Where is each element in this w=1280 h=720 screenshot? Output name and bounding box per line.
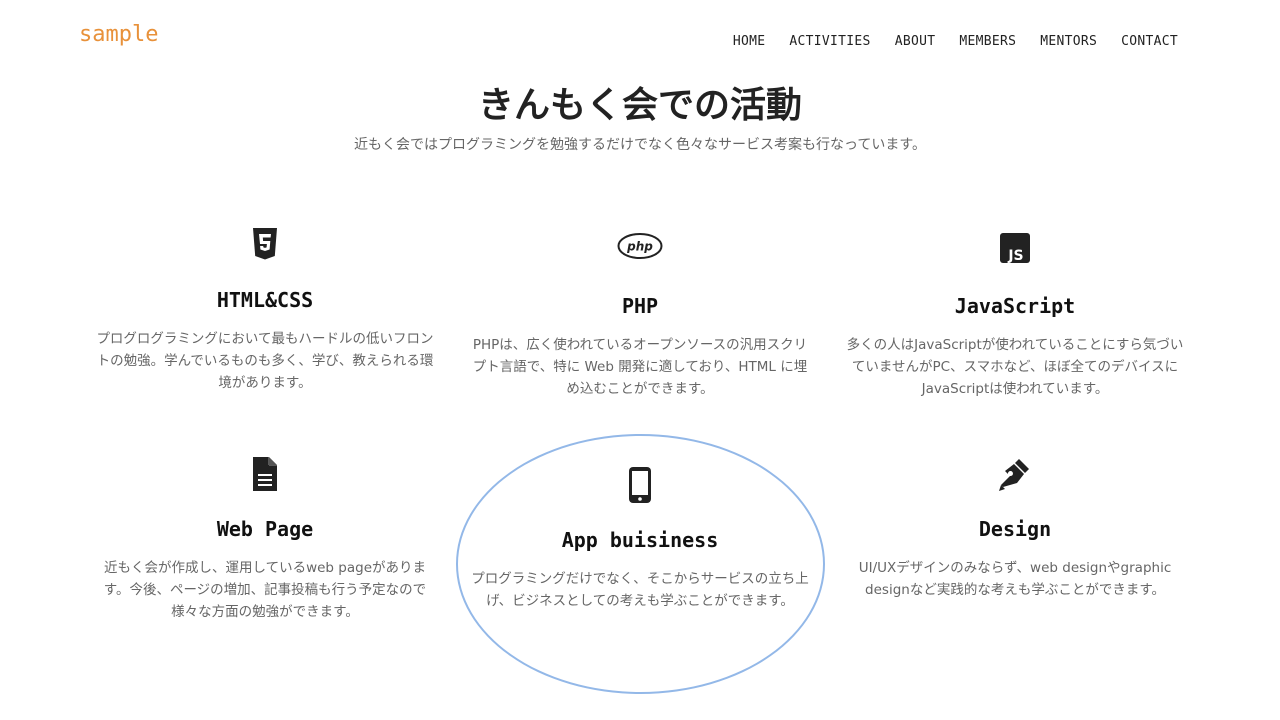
feature-description: プログラミングだけでなく、そこからサービスの立ち上げ、ビジネスとしての考えも学ぶ… xyxy=(471,571,809,609)
section-title: きんもく会での活動 xyxy=(477,85,802,126)
feature-description: 多くの人はJavaScriptが使われていることにすら気づいていませんがPC、ス… xyxy=(846,337,1184,397)
brand-logo[interactable]: sample xyxy=(79,22,158,47)
feature-app-business: App buisiness プログラミングだけでなく、そこからサービスの立ち上げ… xyxy=(465,466,815,612)
html5-icon xyxy=(90,226,440,266)
feature-title: JavaScript xyxy=(954,294,1076,318)
nav-menu: HOME ACTIVITIES ABOUT MEMBERS MENTORS CO… xyxy=(721,30,1178,49)
section-subtitle: 近もく会ではプログラミングを勉強するだけでなく色々なサービス考案も行なっています… xyxy=(354,137,926,153)
feature-description: プログログラミングにおいて最もハードルの低いフロントの勉強。学んでいるものも多く… xyxy=(96,331,434,391)
feature-web-page: Web Page 近もく会が作成し、運用しているweb pageがあります。今後… xyxy=(90,455,440,623)
pen-nib-icon xyxy=(840,455,1190,495)
document-icon xyxy=(90,455,440,495)
mobile-phone-icon xyxy=(465,466,815,506)
navbar: sample HOME ACTIVITIES ABOUT MEMBERS MEN… xyxy=(0,0,1280,76)
feature-php: php PHP PHPは、広く使われているオープンソースの汎用スクリプト言語で、… xyxy=(465,226,815,400)
feature-title: Web Page xyxy=(216,517,314,541)
svg-text:JS: JS xyxy=(1007,248,1023,264)
nav-about[interactable]: ABOUT xyxy=(883,34,948,49)
feature-title: HTML&CSS xyxy=(216,288,314,312)
feature-description: 近もく会が作成し、運用しているweb pageがあります。今後、ページの増加、記… xyxy=(103,560,427,620)
feature-title: Design xyxy=(978,517,1052,541)
nav-mentors[interactable]: MENTORS xyxy=(1028,34,1109,49)
feature-description: PHPは、広く使われているオープンソースの汎用スクリプト言語で、特に Web 開… xyxy=(472,337,808,397)
feature-title: PHP xyxy=(621,294,659,318)
php-icon: php xyxy=(465,232,815,272)
feature-javascript: JS JavaScript 多くの人はJavaScriptが使われていることにす… xyxy=(840,226,1190,400)
svg-text:php: php xyxy=(626,240,653,254)
feature-html-css: HTML&CSS プログログラミングにおいて最もハードルの低いフロントの勉強。学… xyxy=(90,226,440,394)
nav-activities[interactable]: ACTIVITIES xyxy=(777,34,882,49)
nav-members[interactable]: MEMBERS xyxy=(947,34,1028,49)
feature-design: Design UI/UXデザインのみならず、web designやgraphic… xyxy=(840,455,1190,601)
nav-contact[interactable]: CONTACT xyxy=(1109,34,1178,49)
feature-description: UI/UXデザインのみならず、web designやgraphic design… xyxy=(858,560,1172,598)
feature-title: App buisiness xyxy=(561,528,719,552)
js-icon: JS xyxy=(840,232,1190,272)
nav-home[interactable]: HOME xyxy=(721,34,778,49)
